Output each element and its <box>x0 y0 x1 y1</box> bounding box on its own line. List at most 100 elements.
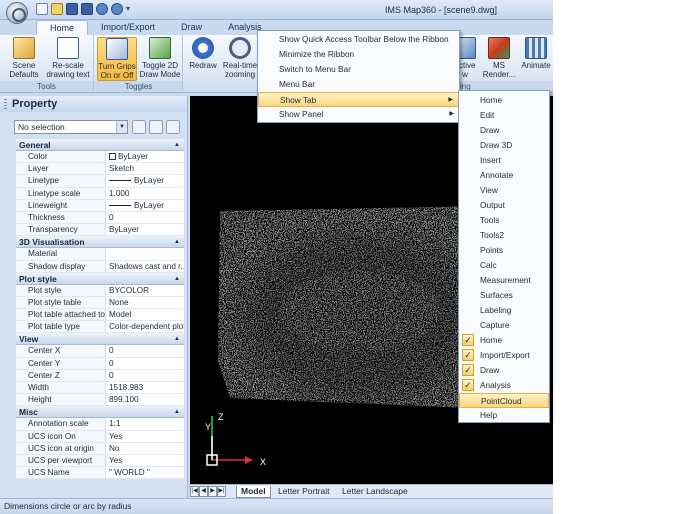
collapse-icon[interactable]: ▲ <box>174 333 180 345</box>
show-tab-item[interactable]: Surfaces <box>459 288 549 303</box>
property-row[interactable]: Center X0 <box>16 345 184 358</box>
property-row[interactable]: UCS icon On Yes <box>16 430 184 443</box>
show-tab-item[interactable]: Measurement <box>459 273 549 288</box>
first-layout-icon[interactable]: |◀ <box>190 486 199 497</box>
collapse-icon[interactable]: ▲ <box>174 236 180 248</box>
property-row[interactable]: Lineweight ByLayer <box>16 199 184 212</box>
selection-dropdown[interactable]: No selection ▼ <box>14 120 128 134</box>
select-objects-icon[interactable] <box>132 120 146 134</box>
open-icon[interactable] <box>51 3 63 15</box>
tab-draw[interactable]: Draw <box>168 20 215 36</box>
property-row[interactable]: Linetype ByLayer <box>16 175 184 188</box>
realtime-zoom-button[interactable]: Real-time zooming <box>222 37 258 79</box>
layout-tab-model[interactable]: Model <box>236 486 271 498</box>
property-row[interactable]: Height 899.100 <box>16 394 184 407</box>
property-value[interactable]: None <box>106 296 184 309</box>
property-value[interactable]: Shadows cast and r... <box>106 260 184 272</box>
menu-item-qat-below[interactable]: Show Quick Access Toolbar Below the Ribb… <box>258 32 459 47</box>
tab-home[interactable]: Home <box>36 20 89 36</box>
show-tab-item[interactable]: Points <box>459 243 549 258</box>
show-tab-item[interactable]: Tools2 <box>459 228 549 243</box>
property-value[interactable]: 1.000 <box>106 187 184 199</box>
save-icon[interactable] <box>66 3 78 15</box>
property-row[interactable]: UCS icon at origin No <box>16 442 184 455</box>
property-row[interactable]: Plot style table None <box>16 296 184 310</box>
last-layout-icon[interactable]: ▶| <box>217 486 226 497</box>
property-value[interactable]: Model <box>106 309 184 321</box>
property-value[interactable]: Yes <box>106 454 184 467</box>
grips-toggle-button[interactable]: Turn Grips On or Off <box>97 37 137 81</box>
property-value[interactable]: ByLayer <box>106 224 184 236</box>
property-value[interactable]: " WORLD " <box>106 467 184 479</box>
toggle-pickadd-icon[interactable] <box>166 120 180 134</box>
scene-defaults-button[interactable]: Scene Defaults <box>4 37 44 79</box>
property-value[interactable]: 899.100 <box>106 394 184 406</box>
property-category[interactable]: 3D Visualisation ▲ <box>16 236 184 249</box>
show-tab-item[interactable]: ✓ Analysis <box>459 378 549 393</box>
property-value[interactable]: BYCOLOR <box>106 284 184 296</box>
quick-select-icon[interactable] <box>149 120 163 134</box>
tab-import-export[interactable]: Import/Export <box>88 20 168 36</box>
property-row[interactable]: Plot style BYCOLOR <box>16 284 184 297</box>
property-row[interactable]: UCS per viewport Yes <box>16 454 184 468</box>
show-tab-item[interactable]: PointCloud <box>459 393 549 408</box>
property-row[interactable]: Thickness 0 <box>16 211 184 225</box>
saveas-icon[interactable] <box>81 3 93 15</box>
show-tab-item[interactable]: Edit <box>459 108 549 123</box>
property-value[interactable]: 0 <box>106 357 184 369</box>
undo-icon[interactable] <box>96 3 108 15</box>
redraw-button[interactable]: Redraw <box>186 37 220 70</box>
property-value[interactable]: ByLayer <box>106 175 184 187</box>
property-value[interactable]: 1518.983 <box>106 382 184 394</box>
property-value[interactable]: 1:1 <box>106 418 184 430</box>
property-value[interactable]: Color-dependent plot... <box>106 321 184 333</box>
property-value[interactable]: 0 <box>106 211 184 224</box>
show-tab-item[interactable]: ✓ Draw <box>459 363 549 378</box>
show-tab-item[interactable]: Labeling <box>459 303 549 318</box>
property-row[interactable]: Shadow display Shadows cast and r... <box>16 260 184 273</box>
property-row[interactable]: Plot table attached to Model <box>16 309 184 322</box>
property-value[interactable]: Yes <box>106 430 184 442</box>
toggle-2d-button[interactable]: Toggle 2D Draw Mode <box>139 37 181 79</box>
show-tab-item[interactable]: Capture <box>459 318 549 333</box>
redo-icon[interactable] <box>111 3 123 15</box>
show-tab-item[interactable]: Annotate <box>459 168 549 183</box>
dropdown-icon[interactable]: ▾ <box>126 3 132 15</box>
show-tab-item[interactable]: Draw <box>459 123 549 138</box>
property-row[interactable]: Transparency ByLayer <box>16 224 184 237</box>
menu-item-menu-bar[interactable]: Menu Bar <box>258 77 459 92</box>
property-value[interactable]: Sketch <box>106 163 184 175</box>
property-row[interactable]: UCS Name " WORLD " <box>16 467 184 480</box>
ms-render-button[interactable]: MS Render... <box>480 37 518 79</box>
show-tab-item[interactable]: ✓ Import/Export <box>459 348 549 363</box>
show-tab-item[interactable]: Calc <box>459 258 549 273</box>
property-category[interactable]: General ▲ <box>16 139 184 151</box>
show-tab-item[interactable]: Tools <box>459 213 549 228</box>
prev-layout-icon[interactable]: ◀ <box>199 486 208 497</box>
show-tab-item[interactable]: Help <box>459 408 549 423</box>
new-icon[interactable] <box>36 3 48 15</box>
property-row[interactable]: Center Z0 <box>16 369 184 382</box>
show-tab-item[interactable]: Insert <box>459 153 549 168</box>
property-row[interactable]: Annotation scale 1:1 <box>16 418 184 431</box>
property-row[interactable]: Material <box>16 248 184 261</box>
property-row[interactable]: Layer Sketch <box>16 163 184 176</box>
property-category[interactable]: Plot style ▲ <box>16 272 184 285</box>
property-row[interactable]: Center Y0 <box>16 357 184 370</box>
show-tab-item[interactable]: Draw 3D <box>459 138 549 153</box>
property-category[interactable]: Misc ▲ <box>16 406 184 419</box>
next-layout-icon[interactable]: ▶ <box>208 486 217 497</box>
show-tab-item[interactable]: Home <box>459 93 549 108</box>
property-row[interactable]: Width 1518.983 <box>16 382 184 395</box>
collapse-icon[interactable]: ▲ <box>174 139 180 151</box>
menu-item-show-panel[interactable]: Show Panel ▶ <box>258 107 459 122</box>
property-row[interactable]: Linetype scale 1.000 <box>16 187 184 200</box>
menu-item-minimize-ribbon[interactable]: Minimize the Ribbon <box>258 47 459 62</box>
property-value[interactable]: 0 <box>106 345 184 357</box>
layout-tab-letter-portrait[interactable]: Letter Portrait <box>274 486 334 498</box>
collapse-icon[interactable]: ▲ <box>174 406 180 418</box>
property-value[interactable] <box>106 248 184 260</box>
property-row[interactable]: Color ByLayer <box>16 151 184 164</box>
menu-item-switch-menu-bar[interactable]: Switch to Menu Bar <box>258 62 459 77</box>
collapse-icon[interactable]: ▲ <box>174 273 180 285</box>
